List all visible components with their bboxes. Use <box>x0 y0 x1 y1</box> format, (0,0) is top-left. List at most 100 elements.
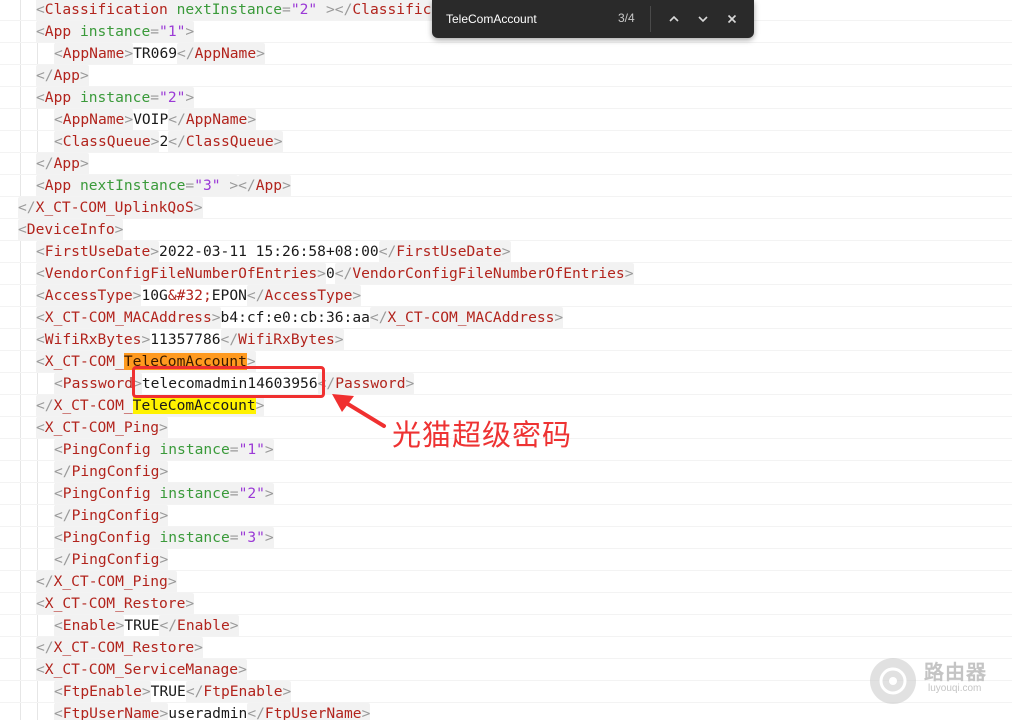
code-token: > <box>554 309 564 326</box>
code-token: </ <box>36 397 54 414</box>
code-token: "3" <box>194 177 221 194</box>
xml-tag: </FtpUserName> <box>247 703 371 720</box>
code-token: "1" <box>238 441 265 458</box>
code-token: > <box>185 595 195 612</box>
code-token: PingConfig <box>71 507 160 524</box>
password-highlight-box <box>132 366 325 398</box>
code-token: < <box>36 595 45 612</box>
code-token: < <box>54 441 63 458</box>
code-token: < <box>36 419 45 436</box>
code-token: > <box>256 45 265 62</box>
code-token: VendorConfigFileNumberOfEntries <box>44 265 318 282</box>
xml-tag: <PingConfig instance="1"> <box>54 439 274 461</box>
xml-tag: <X_CT-COM_MACAddress> <box>36 307 221 329</box>
find-previous-button[interactable] <box>664 9 684 29</box>
code-line-content: <App instance="1"> <box>36 21 195 43</box>
code-token: App <box>53 155 80 172</box>
code-token: > <box>229 177 239 194</box>
code-token: > <box>141 683 151 700</box>
code-token: > <box>79 67 89 84</box>
code-token: < <box>54 617 63 634</box>
code-token: > <box>150 243 160 260</box>
code-token: > <box>159 463 169 480</box>
code-line-content: </X_CT-COM_Ping> <box>36 571 177 593</box>
code-line-content: <X_CT-COM_ServiceManage> <box>36 659 247 681</box>
xml-tag: <X_CT-COM_Restore> <box>36 593 195 615</box>
code-line: <DeviceInfo> <box>0 219 1012 241</box>
code-token: </ <box>36 639 54 656</box>
code-token: = <box>282 1 291 18</box>
code-token: = <box>229 485 239 502</box>
code-line: </X_CT-COM_Ping> <box>0 571 1012 593</box>
code-token: > <box>159 507 169 524</box>
code-token: "1" <box>159 23 186 40</box>
code-token: > <box>273 133 283 150</box>
code-line-content: <FtpUserName>useradmin</FtpUserName> <box>54 703 371 720</box>
code-token: > <box>334 331 344 348</box>
code-line: <AccessType>10G&#32;EPON</AccessType> <box>0 285 1012 307</box>
chevron-down-icon <box>698 16 708 23</box>
code-token: useradmin <box>168 705 248 720</box>
code-token: 2 <box>159 133 169 150</box>
code-token: </ <box>168 133 186 150</box>
code-token: </ <box>36 573 54 590</box>
xml-tag: <AppName> <box>54 43 134 65</box>
xml-tag: <Enable> <box>54 615 125 637</box>
code-token: < <box>54 45 63 62</box>
code-token: PingConfig <box>62 441 151 458</box>
code-line: </X_CT-COM_Restore> <box>0 637 1012 659</box>
xml-tag: <App instance="1"> <box>36 21 195 43</box>
code-line-content: <FirstUseDate>2022-03-11 15:26:58+08:00<… <box>36 241 511 263</box>
xml-tag: </X_CT-COM_Ping> <box>36 571 177 593</box>
code-token: nextInstance <box>79 177 186 194</box>
code-line-content: <AppName>VOIP</AppName> <box>54 109 257 131</box>
code-line: <ClassQueue>2</ClassQueue> <box>0 131 1012 153</box>
code-token: < <box>54 133 63 150</box>
xml-tag: </X_CT-COM_Restore> <box>36 637 203 659</box>
code-token: WifiRxBytes <box>44 331 142 348</box>
code-token: App <box>44 177 72 194</box>
code-line: </App> <box>0 65 1012 87</box>
code-token: < <box>18 221 27 238</box>
code-line-content: <PingConfig instance="3"> <box>54 527 274 549</box>
code-token: &#32; <box>167 287 212 304</box>
code-line: <WifiRxBytes>11357786</WifiRxBytes> <box>0 329 1012 351</box>
xml-tag: </X_CT-COM_TeleComAccount> <box>36 395 265 417</box>
code-token: > <box>159 419 168 436</box>
code-token: </ <box>220 331 239 348</box>
code-line-content: <PingConfig instance="1"> <box>54 439 274 461</box>
code-token: FirstUseDate <box>44 243 151 260</box>
code-line-content: <App nextInstance="3" ></App> <box>36 175 291 197</box>
code-token: > <box>501 243 511 260</box>
xml-tag: </PingConfig> <box>54 549 169 571</box>
code-token: = <box>229 529 239 546</box>
find-next-button[interactable] <box>693 9 713 29</box>
code-line: <App nextInstance="3" ></App> <box>0 175 1012 197</box>
code-token: < <box>36 661 45 678</box>
xml-tag: </AccessType> <box>246 285 362 307</box>
code-token: > <box>124 111 134 128</box>
code-token: DeviceInfo <box>26 221 115 238</box>
xml-tag: <WifiRxBytes> <box>36 329 151 351</box>
xml-tag: </FtpEnable> <box>185 681 292 703</box>
code-token: 2022-03-11 15:26:58+08:00 <box>159 243 379 260</box>
code-token: 0 <box>325 265 335 282</box>
xml-tag: </AppName> <box>168 109 257 131</box>
code-token: </ <box>54 463 72 480</box>
code-token: > <box>282 683 292 700</box>
code-editor[interactable]: <Classification nextInstance="2" ></Clas… <box>0 0 1012 720</box>
code-line-content: <DeviceInfo> <box>18 219 124 241</box>
code-token: < <box>54 111 63 128</box>
code-line: </App> <box>0 153 1012 175</box>
xml-tag: </PingConfig> <box>54 461 169 483</box>
xml-tag: <PingConfig instance="3"> <box>54 527 274 549</box>
code-token: X_CT-COM_Restore <box>53 639 195 656</box>
watermark-name: 路由器 <box>924 660 987 684</box>
code-token: < <box>36 89 45 106</box>
code-token: PingConfig <box>62 529 151 546</box>
code-token: X_CT-COM_ <box>53 397 133 414</box>
find-close-button[interactable] <box>722 9 742 29</box>
